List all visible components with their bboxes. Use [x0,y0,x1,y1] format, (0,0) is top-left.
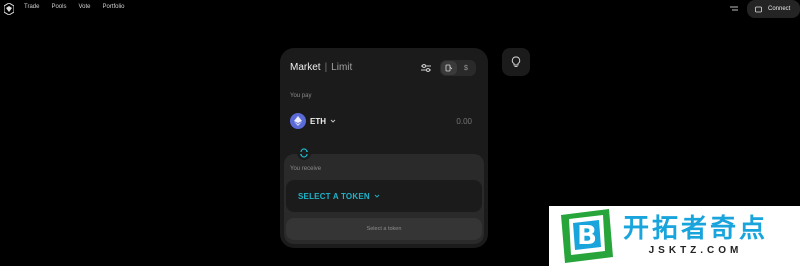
select-token-button[interactable]: Select a token [286,218,482,240]
eth-icon [290,113,306,129]
swap-arrows-icon [300,148,308,158]
chevron-down-icon [330,119,336,123]
order-type-tabs: Market | Limit [290,62,352,73]
chevron-down-icon [374,194,380,198]
tab-market[interactable]: Market [290,62,321,73]
select-token-text: SELECT A TOKEN [298,191,370,201]
nav-item-pools[interactable]: Pools [51,3,66,11]
receive-label: You receive [290,166,322,172]
sliders-icon[interactable] [420,62,432,74]
top-nav: Trade Pools Vote Portfolio [24,3,125,11]
nav-item-trade[interactable]: Trade [24,3,39,11]
watermark-logo: B [561,209,613,263]
pay-amount-input[interactable] [418,116,478,126]
tab-limit[interactable]: Limit [331,62,352,73]
watermark-chinese: 开拓者奇点 [623,214,769,244]
gas-icon [445,64,453,72]
watermark-letter: B [577,221,597,251]
wallet-icon [755,6,762,12]
protocol-logo-icon[interactable] [4,3,14,15]
swap-card: Market | Limit $ You pay ETH 0.00 You re… [280,48,488,248]
receive-token-selector[interactable]: SELECT A TOKEN [286,180,482,212]
pay-label: You pay [290,93,312,99]
tab-separator: | [324,62,328,73]
site-watermark: B 开拓者奇点 JSKTZ.COM [549,206,800,266]
receive-panel: You receive SELECT A TOKEN Select a toke… [284,154,484,244]
gas-currency-toggle: $ [440,60,476,76]
menu-icon[interactable] [729,4,739,14]
swap-direction-button[interactable] [297,146,311,160]
gas-toggle-option[interactable] [441,61,457,75]
pay-row: ETH [290,106,478,136]
lightbulb-button[interactable] [502,48,530,76]
connect-label: Connect [768,6,791,12]
watermark-text: 开拓者奇点 JSKTZ.COM [623,214,768,258]
connect-button[interactable]: Connect [747,0,800,18]
dollar-toggle-option[interactable]: $ [457,65,475,72]
nav-item-vote[interactable]: Vote [78,3,90,11]
watermark-domain: JSKTZ.COM [648,245,743,256]
pay-token-name: ETH [310,116,326,126]
pay-token-selector[interactable]: ETH [290,113,336,129]
nav-item-portfolio[interactable]: Portfolio [102,3,124,11]
lightbulb-icon [511,56,521,67]
